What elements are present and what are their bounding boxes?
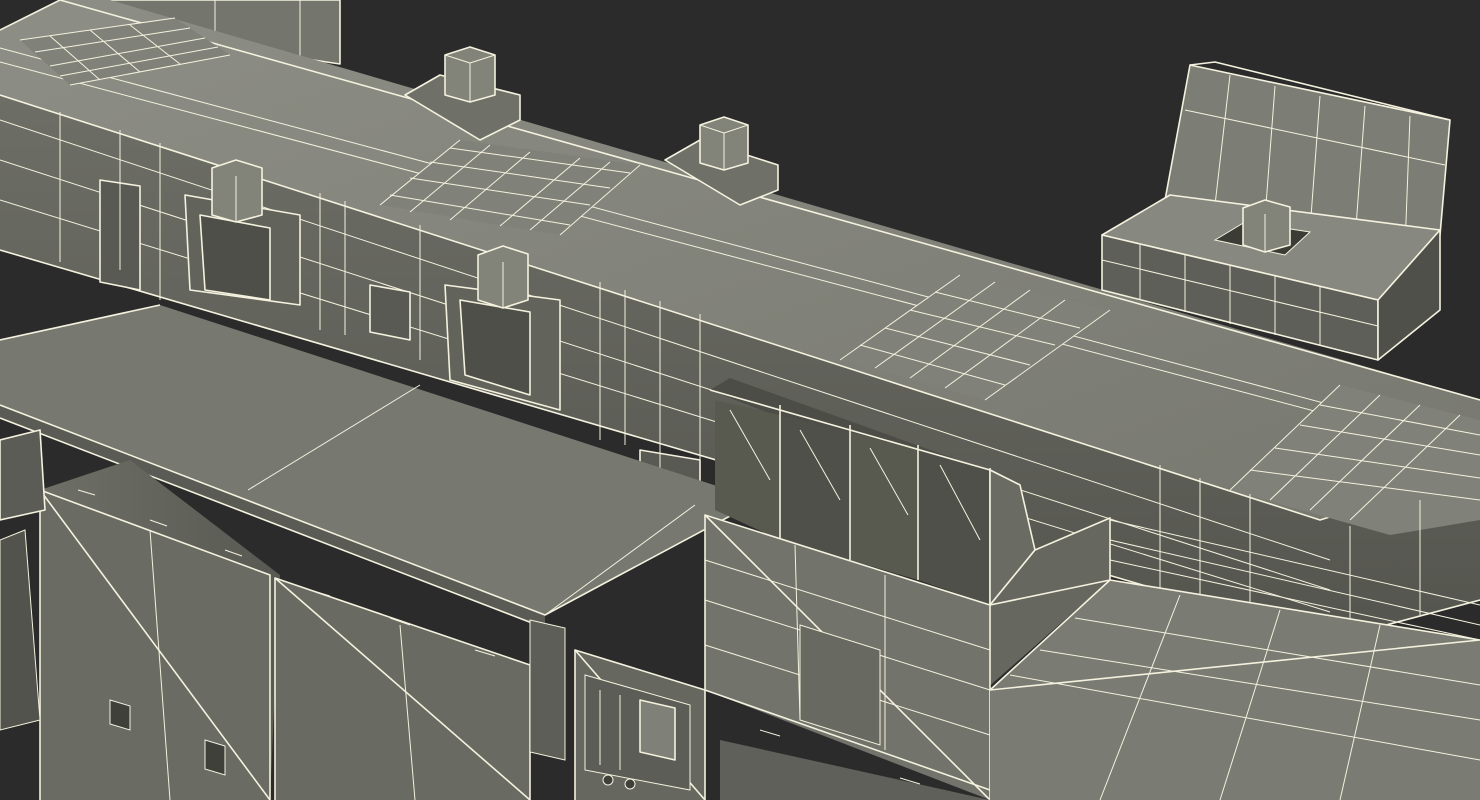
wireframe-render xyxy=(0,0,1480,800)
